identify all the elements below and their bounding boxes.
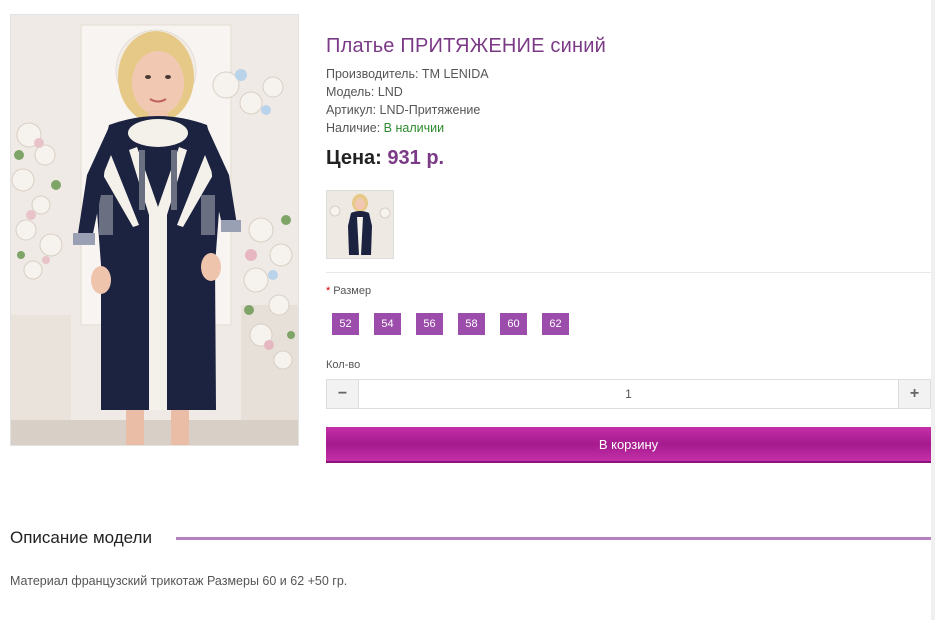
add-to-cart-button[interactable]: В корзину xyxy=(326,427,931,463)
description-heading: Описание модели xyxy=(10,527,160,549)
size-option-56[interactable]: 56 xyxy=(416,313,443,335)
size-option-54[interactable]: 54 xyxy=(374,313,401,335)
required-mark: * xyxy=(326,285,331,297)
price: Цена: 931 р. xyxy=(326,146,931,170)
manufacturer: Производитель: ТМ LENIDA xyxy=(326,67,489,81)
availability: Наличие: В наличии xyxy=(326,119,931,137)
scrollbar-track[interactable] xyxy=(931,0,935,620)
description-divider xyxy=(176,537,931,540)
availability-label: Наличие: xyxy=(326,121,384,135)
quantity-increase-button[interactable]: + xyxy=(898,380,930,408)
price-value: 931 р. xyxy=(387,147,445,169)
size-label: * Размер xyxy=(326,285,371,297)
size-option-58[interactable]: 58 xyxy=(458,313,485,335)
article: Артикул: LND-Притяжение xyxy=(326,103,481,117)
product-thumbnail[interactable] xyxy=(326,190,394,259)
product-meta: Производитель: ТМ LENIDA Модель: LND Арт… xyxy=(326,65,931,137)
size-label-text: Размер xyxy=(333,285,372,297)
product-main-image[interactable] xyxy=(10,14,299,446)
quantity-decrease-button[interactable]: − xyxy=(327,380,359,408)
product-title: Платье ПРИТЯЖЕНИЕ синий xyxy=(326,35,606,57)
size-option-52[interactable]: 52 xyxy=(332,313,359,335)
options-divider xyxy=(326,272,931,273)
quantity-stepper: − + xyxy=(326,379,931,409)
quantity-input[interactable] xyxy=(359,380,898,408)
price-label: Цена: xyxy=(326,147,388,169)
size-option-60[interactable]: 60 xyxy=(500,313,527,335)
description-text: Материал французский трикотаж Размеры 60… xyxy=(10,574,348,588)
size-options: 52 54 56 58 60 62 xyxy=(332,313,569,335)
product-info: Платье ПРИТЯЖЕНИЕ синий Производитель: Т… xyxy=(326,34,931,170)
quantity-label: Кол-во xyxy=(326,359,361,371)
size-option-62[interactable]: 62 xyxy=(542,313,569,335)
model: Модель: LND xyxy=(326,85,403,99)
availability-status: В наличии xyxy=(383,121,445,135)
